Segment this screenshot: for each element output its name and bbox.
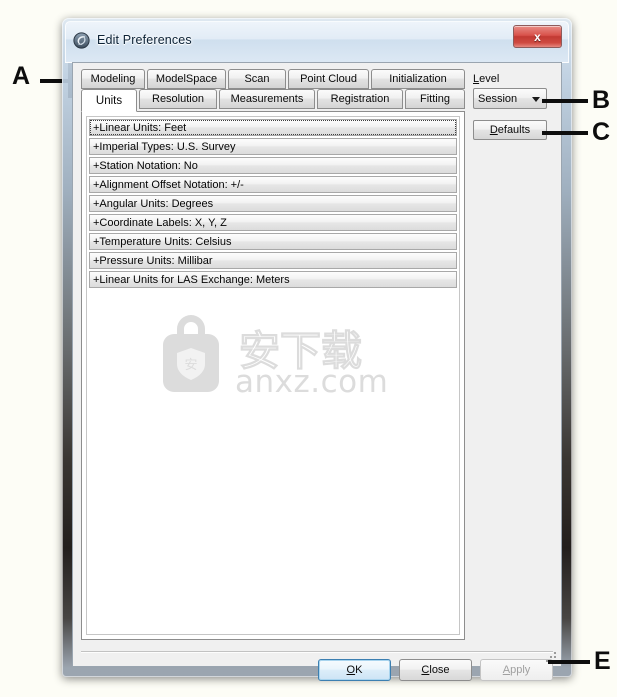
preferences-list[interactable]: +Linear Units: Feet +Imperial Types: U.S…	[86, 116, 460, 635]
tab-fitting[interactable]: Fitting	[405, 89, 465, 109]
tab-modeling[interactable]: Modeling	[81, 69, 145, 89]
tab-label: Resolution	[152, 93, 204, 105]
tab-label: Point Cloud	[300, 73, 357, 85]
pref-item-label: +Angular Units: Degrees	[93, 197, 214, 210]
pref-item-linear-units-las[interactable]: +Linear Units for LAS Exchange: Meters	[89, 271, 457, 288]
watermark-glyphs: 安下载	[239, 327, 362, 375]
tab-label: ModelSpace	[155, 73, 218, 85]
tab-row-2: Units Resolution Measurements Registrati…	[81, 89, 465, 112]
callout-letter-a: A	[12, 62, 31, 90]
tab-modelspace[interactable]: ModelSpace	[147, 69, 226, 89]
tab-resolution[interactable]: Resolution	[139, 89, 217, 109]
pref-item-imperial-types[interactable]: +Imperial Types: U.S. Survey	[89, 138, 457, 155]
pref-item-label: +Coordinate Labels: X, Y, Z	[93, 216, 227, 229]
level-select-value: Session	[478, 92, 518, 105]
svg-text:安: 安	[184, 358, 197, 373]
pref-item-temperature-units[interactable]: +Temperature Units: Celsius	[89, 233, 457, 250]
tab-units[interactable]: Units	[81, 89, 137, 112]
chevron-down-icon	[532, 97, 540, 102]
pref-item-station-notation[interactable]: +Station Notation: No	[89, 157, 457, 174]
pref-item-label: +Linear Units: Feet	[93, 121, 187, 134]
swirl-icon	[73, 31, 90, 49]
window-title: Edit Preferences	[97, 33, 192, 47]
pref-item-angular-units[interactable]: +Angular Units: Degrees	[89, 195, 457, 212]
pref-item-coordinate-labels[interactable]: +Coordinate Labels: X, Y, Z	[89, 214, 457, 231]
tab-panel: Modeling ModelSpace Scan Point Cloud Ini…	[81, 69, 465, 640]
tab-row-1: Modeling ModelSpace Scan Point Cloud Ini…	[81, 69, 465, 89]
dialog-window: Edit Preferences x Modeling ModelSpace S…	[62, 18, 572, 681]
close-button[interactable]: x	[513, 25, 562, 48]
titlebar[interactable]: Edit Preferences x	[66, 22, 568, 58]
footer-separator	[81, 651, 553, 653]
pref-item-alignment-offset-notation[interactable]: +Alignment Offset Notation: +/-	[89, 176, 457, 193]
pref-item-pressure-units[interactable]: +Pressure Units: Millibar	[89, 252, 457, 269]
tab-label: Units	[95, 94, 123, 107]
level-select[interactable]: Session	[473, 88, 547, 109]
callout-line-b	[542, 99, 588, 103]
tab-label: Measurements	[230, 93, 304, 105]
pref-item-label: +Pressure Units: Millibar	[93, 254, 213, 267]
callout-letter-e: E	[594, 647, 611, 675]
pref-item-linear-units[interactable]: +Linear Units: Feet	[89, 119, 457, 136]
close-button-footer[interactable]: Close	[399, 659, 472, 681]
level-label: Level	[473, 73, 500, 85]
tab-measurements[interactable]: Measurements	[219, 89, 315, 109]
watermark-site: anxz.com	[235, 364, 389, 400]
level-panel: Level Session Defaults	[473, 69, 555, 140]
pref-item-label: +Temperature Units: Celsius	[93, 235, 232, 248]
footer-buttons: OK Close Apply	[81, 659, 553, 687]
tab-label: Scan	[244, 73, 270, 85]
tab-scan[interactable]: Scan	[228, 69, 286, 89]
tab-content-units: +Linear Units: Feet +Imperial Types: U.S…	[81, 111, 465, 640]
tab-label: Fitting	[420, 93, 450, 105]
tab-label: Initialization	[389, 73, 447, 85]
tab-point-cloud[interactable]: Point Cloud	[288, 69, 369, 89]
callout-letter-b: B	[592, 86, 611, 114]
callout-line-c	[542, 131, 588, 135]
tab-initialization[interactable]: Initialization	[371, 69, 465, 89]
pref-item-label: +Alignment Offset Notation: +/-	[93, 178, 244, 191]
pref-item-label: +Imperial Types: U.S. Survey	[93, 140, 236, 153]
callout-line-e	[548, 660, 590, 664]
pref-item-label: +Linear Units for LAS Exchange: Meters	[93, 273, 290, 286]
close-icon: x	[534, 29, 541, 44]
callout-letter-c: C	[592, 118, 611, 146]
defaults-button[interactable]: Defaults	[473, 120, 547, 140]
tab-registration[interactable]: Registration	[317, 89, 403, 109]
tab-label: Registration	[330, 93, 390, 105]
dialog-client-area: Modeling ModelSpace Scan Point Cloud Ini…	[72, 62, 562, 681]
apply-button: Apply	[480, 659, 553, 681]
tab-label: Modeling	[90, 73, 136, 85]
watermark: 安 安下载 anxz.com	[147, 307, 407, 412]
ok-button[interactable]: OK	[318, 659, 391, 681]
pref-item-label: +Station Notation: No	[93, 159, 198, 172]
